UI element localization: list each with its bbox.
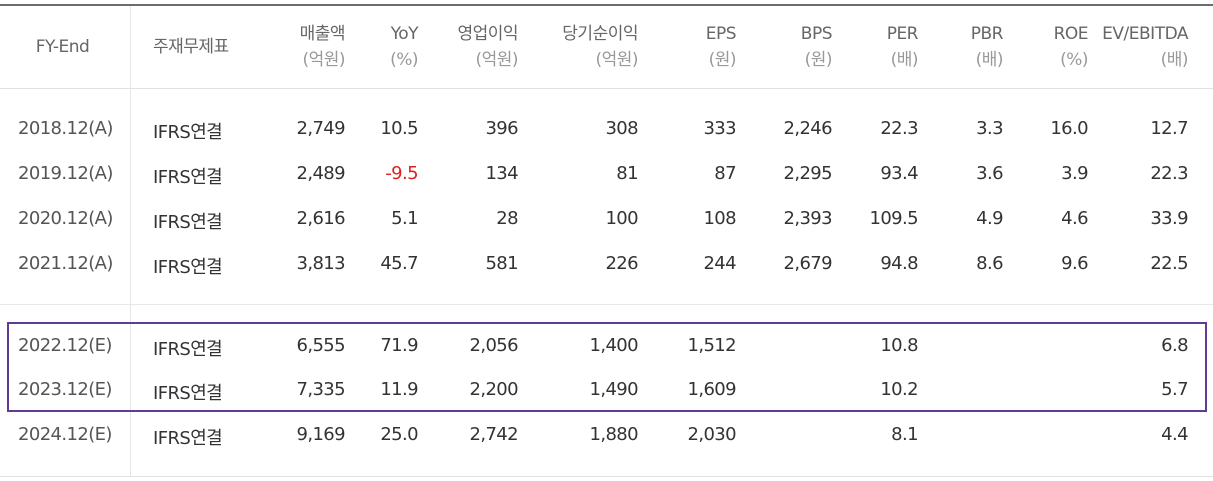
table-cell: 6.8 [1161,335,1188,356]
table-cell: 1,512 [687,335,736,356]
header-fy-end: FY-End [15,34,110,60]
table-cell: 2019.12(A) [18,163,113,184]
table-cell: 2021.12(A) [18,253,113,274]
table-cell: 2023.12(E) [18,379,112,400]
group-divider [0,304,1213,305]
table-cell: 33.9 [1150,208,1188,229]
table-cell: 2018.12(A) [18,118,113,139]
table-cell: 22.5 [1150,253,1188,274]
header-unit: (배) [1160,50,1189,70]
table-cell: 2022.12(E) [18,335,112,356]
table-cell: 8.1 [891,424,918,445]
table-cell: 4.4 [1161,424,1188,445]
table-cell: 2020.12(A) [18,208,113,229]
header-col-11: EV/EBITDA (배) [1028,21,1188,73]
table-top-border [0,4,1213,6]
table-cell: 10.8 [880,335,918,356]
table-cell: 1,609 [687,379,736,400]
table-cell: 5.7 [1161,379,1188,400]
table-cell: 2024.12(E) [18,424,112,445]
header-label: EV/EBITDA [1102,24,1188,44]
table-bottom-border [0,476,1213,477]
table-cell: 12.7 [1150,118,1188,139]
table-cell: 22.3 [1150,163,1188,184]
header-label: FY-End [35,37,90,57]
table-cell: 10.2 [880,379,918,400]
financial-table: FY-End 주재무제표 매출액 (억원) YoY (%) 영업이익 (억원) 당기순이익(… [0,0,1213,481]
table-cell: 2,030 [687,424,736,445]
header-divider [0,88,1213,89]
